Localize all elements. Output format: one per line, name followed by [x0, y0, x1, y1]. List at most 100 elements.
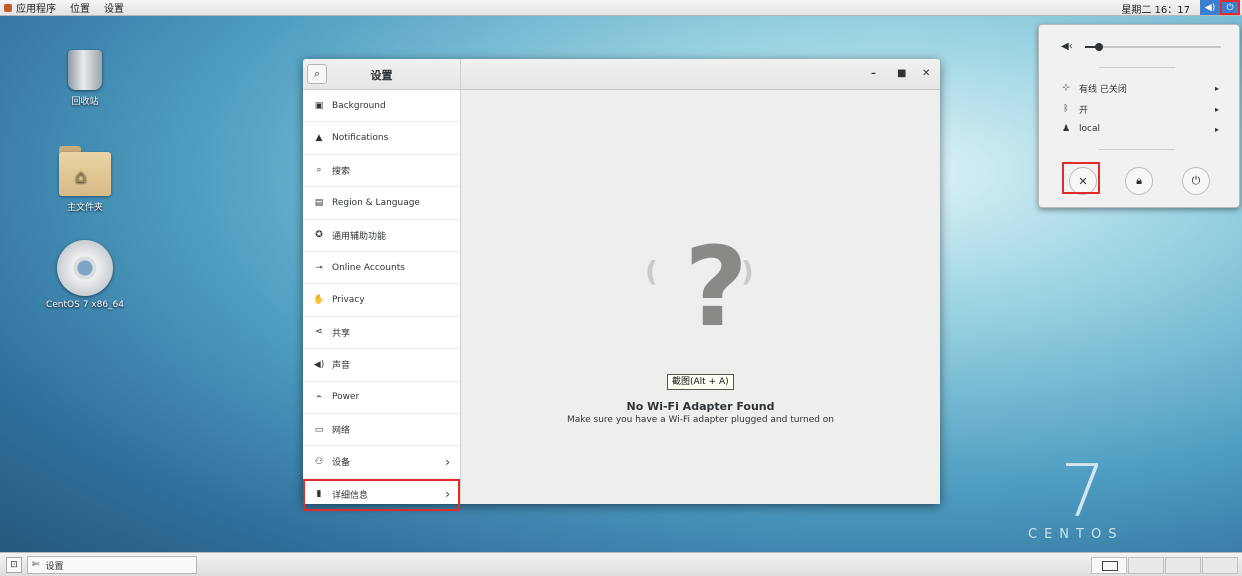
desktop-icon-label: 主文件夹 — [66, 203, 103, 213]
user-icon: ♟ — [1061, 124, 1071, 134]
sidebar-item-devices[interactable]: ⚇ 设备 › — [303, 446, 460, 479]
desktop-icon-label: 回收站 — [71, 97, 99, 107]
sidebar-item-search[interactable]: ⌕ 搜索 — [303, 155, 460, 188]
top-panel: 应用程序 位置 设置 星期二 16：17 ◀) ⏻ — [0, 0, 1242, 16]
search-icon: ⌕ — [316, 165, 322, 176]
chevron-right-icon: ▸ — [1214, 83, 1219, 93]
sidebar-item-label: 设备 — [332, 458, 351, 469]
window-title: 设置 — [370, 69, 393, 82]
sidebar-item-label: Power — [332, 392, 360, 403]
sidebar-item-accessibility[interactable]: ✪ 通用辅助功能 — [303, 220, 460, 252]
speaker-icon: ◀) — [313, 359, 325, 370]
empty-state-subtitle: Make sure you have a Wi-Fi adapter plugg… — [566, 415, 835, 425]
settings-sidebar: ▣ Background ▲ Notifications ⌕ 搜索 ▤ Region &… — [303, 90, 461, 512]
power-icon: ⏻ — [1191, 174, 1201, 187]
tooltip: 截图(Alt + A) — [667, 374, 734, 390]
minimize-button[interactable]: – — [871, 68, 876, 79]
power-plug-icon: ⌁ — [316, 392, 322, 403]
desktop-icon-label: CentOS 7 x86_64 — [45, 300, 125, 310]
online-accounts-icon: ⊸ — [315, 262, 323, 273]
lock-button[interactable]: 🔒︎ — [1125, 167, 1153, 195]
chevron-right-icon: › — [445, 454, 450, 469]
chevron-right-icon: ▸ — [1214, 124, 1219, 134]
devices-icon: ⚇ — [314, 456, 324, 467]
volume-tray-button[interactable]: ◀) — [1200, 0, 1220, 15]
desktop-home-folder[interactable]: ⌂ 主文件夹 — [40, 146, 130, 213]
sidebar-item-sharing[interactable]: ⋖ 共享 — [303, 317, 460, 350]
wifi-wave-left-icon: ( — [645, 255, 658, 288]
desktop-icon: ⊡ — [10, 560, 18, 570]
chevron-right-icon: ▸ — [1214, 104, 1219, 114]
settings-content: ( ) ? No Wi-Fi Adapter Found Make sure y… — [461, 90, 940, 504]
show-desktop-button[interactable]: ⊡ — [6, 557, 22, 573]
disc-icon — [57, 240, 113, 296]
sidebar-item-label: 声音 — [332, 361, 351, 372]
centos-seven: 7 — [1060, 449, 1106, 533]
workspace-3[interactable] — [1165, 557, 1201, 574]
bluetooth-row[interactable]: ᛒ 开 ▸ — [1059, 102, 1219, 116]
taskbar-item-settings[interactable]: ✄ 设置 — [27, 556, 197, 574]
sidebar-item-network[interactable]: ▭ 网络 — [303, 414, 460, 447]
sidebar-item-label: Region & Language — [332, 197, 420, 208]
settings-menu[interactable]: 设置 — [104, 0, 124, 15]
volume-slider[interactable] — [1085, 43, 1221, 51]
workspace-1[interactable] — [1091, 557, 1127, 574]
clock[interactable]: 星期二 16：17 — [1121, 1, 1190, 16]
speaker-icon: ◀‹ — [1061, 41, 1073, 52]
places-menu[interactable]: 位置 — [70, 0, 90, 15]
sidebar-item-background[interactable]: ▣ Background — [303, 90, 460, 123]
bluetooth-icon: ᛒ — [1063, 104, 1069, 114]
chevron-right-icon: › — [445, 487, 450, 502]
sidebar-item-online-accounts[interactable]: ⊸ Online Accounts — [303, 252, 460, 285]
centos-watermark: 7 CENTOS — [1028, 455, 1138, 542]
close-button[interactable]: ✕ — [922, 68, 930, 79]
user-row[interactable]: ♟ local ▸ — [1059, 122, 1219, 136]
sidebar-item-label: 通用辅助功能 — [332, 231, 387, 242]
power-off-button[interactable]: ⏻ — [1182, 167, 1210, 195]
sidebar-item-label: 共享 — [332, 328, 351, 339]
settings-window: ⌕ 设置 – ■ ✕ ▣ Background ▲ Notifications ⌕ 搜… — [303, 59, 940, 512]
desktop-disc[interactable]: CentOS 7 x86_64 — [40, 240, 130, 310]
desktop-trash[interactable]: 回收站 — [40, 50, 130, 107]
home-folder-icon: ⌂ — [59, 146, 111, 196]
monitor-icon: ▣ — [314, 100, 324, 111]
network-icon: ▭ — [314, 424, 324, 435]
sidebar-item-label: Background — [332, 100, 386, 111]
sidebar-item-label: 搜索 — [332, 166, 351, 177]
applications-menu[interactable]: 应用程序 — [4, 0, 56, 15]
sidebar-item-notifications[interactable]: ▲ Notifications — [303, 122, 460, 155]
question-mark-icon: ? — [684, 223, 748, 351]
sidebar-item-label: Privacy — [332, 295, 365, 306]
sidebar-item-details[interactable]: ▮ 详细信息 › — [303, 478, 460, 512]
sidebar-item-region[interactable]: ▤ Region & Language — [303, 187, 460, 220]
window-header: ⌕ 设置 – ■ ✕ — [303, 59, 940, 90]
sidebar-item-label: 详细信息 — [332, 490, 369, 501]
taskbar-item-label: 设置 — [45, 561, 64, 572]
sidebar-item-power[interactable]: ⌁ Power — [303, 382, 460, 414]
speaker-icon: ◀) — [1204, 2, 1216, 13]
hand-icon: ✋ — [313, 295, 325, 306]
user-label: local — [1079, 124, 1100, 134]
wired-network-label: 有线 已关闭 — [1079, 84, 1127, 95]
accessibility-icon: ✪ — [315, 230, 323, 241]
applications-icon — [4, 4, 12, 12]
workspace-4[interactable] — [1202, 557, 1238, 574]
share-icon: ⋖ — [315, 327, 323, 338]
maximize-button[interactable]: ■ — [897, 68, 906, 79]
workspace-2[interactable] — [1128, 557, 1164, 574]
bottom-panel: ⊡ ✄ 设置 — [0, 552, 1242, 576]
lock-icon: 🔒︎ — [1136, 174, 1142, 187]
bell-icon: ▲ — [315, 133, 323, 144]
bluetooth-label: 开 — [1079, 105, 1089, 116]
sidebar-item-sound[interactable]: ◀) 声音 — [303, 349, 460, 382]
sidebar-item-privacy[interactable]: ✋ Privacy — [303, 284, 460, 317]
centos-word: CENTOS — [1028, 527, 1124, 542]
sidebar-item-label: Online Accounts — [332, 262, 405, 273]
wired-network-row[interactable]: ⊹ 有线 已关闭 ▸ — [1059, 81, 1219, 95]
sidebar-item-label: 网络 — [332, 426, 351, 437]
keyboard-icon: ▤ — [314, 197, 324, 208]
wired-network-icon: ⊹ — [1062, 83, 1070, 93]
sidebar-item-label: Notifications — [332, 133, 389, 144]
volume-slider-knob[interactable] — [1094, 43, 1103, 51]
power-tray-button[interactable]: ⏻ — [1220, 0, 1240, 15]
